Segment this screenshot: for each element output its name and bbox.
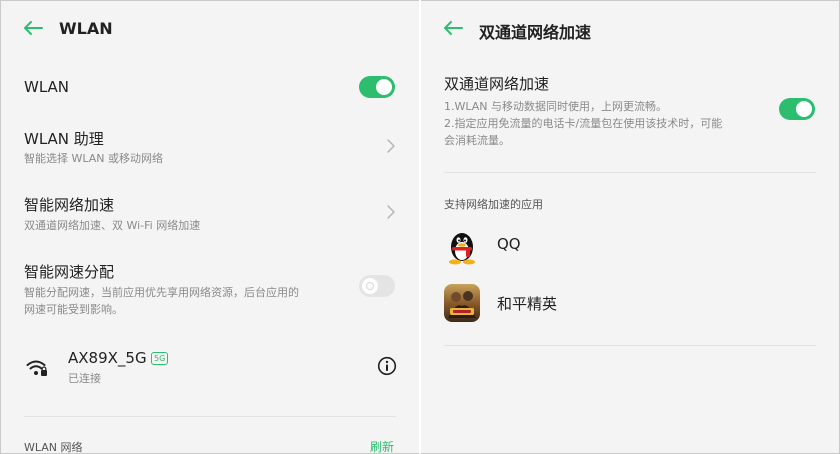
section-divider bbox=[24, 416, 396, 417]
connected-ssid: AX89X_5G bbox=[68, 349, 147, 367]
speed-allocation-toggle[interactable] bbox=[359, 275, 395, 297]
game-app-icon bbox=[444, 284, 480, 322]
dual-channel-row: 双通道网络加速 1.WLAN 与移动数据同时使用，上网更流畅。 2.指定应用免流… bbox=[421, 67, 839, 157]
smart-accel-subtitle: 双通道网络加速、双 Wi-Fi 网络加速 bbox=[24, 219, 201, 232]
wlan-toggle-row[interactable]: WLAN bbox=[1, 67, 419, 107]
app-name: 和平精英 bbox=[497, 295, 558, 313]
dual-channel-desc-3: 会消耗流量。 bbox=[444, 134, 510, 147]
app-item-peace-elite[interactable]: 和平精英 bbox=[421, 281, 839, 325]
wlan-label: WLAN bbox=[24, 78, 70, 96]
connected-network-row[interactable]: AX89X_5G 5G 已连接 bbox=[1, 343, 419, 395]
back-arrow-icon[interactable] bbox=[22, 20, 44, 36]
info-icon[interactable] bbox=[377, 356, 397, 376]
wlan-settings-panel: WLAN WLAN WLAN 助理 智能选择 WLAN 或移动网络 智能网络加速… bbox=[1, 1, 419, 453]
wlan-assistant-title: WLAN 助理 bbox=[24, 130, 104, 148]
chevron-right-icon bbox=[387, 139, 395, 153]
dual-channel-panel: 双通道网络加速 双通道网络加速 1.WLAN 与移动数据同时使用，上网更流畅。 … bbox=[421, 1, 839, 453]
speed-allocation-row: 智能网速分配 智能分配网速，当前应用优先享用网络资源，后台应用的 网速可能受到影… bbox=[1, 253, 419, 323]
dual-channel-toggle[interactable] bbox=[779, 98, 815, 120]
speed-allocation-subtitle-1: 智能分配网速，当前应用优先享用网络资源，后台应用的 bbox=[24, 286, 299, 299]
dual-channel-desc-1: 1.WLAN 与移动数据同时使用，上网更流畅。 bbox=[444, 100, 668, 113]
dual-channel-title: 双通道网络加速 bbox=[444, 75, 550, 93]
supported-apps-label: 支持网络加速的应用 bbox=[444, 198, 543, 211]
qq-penguin-icon bbox=[449, 233, 475, 265]
chevron-right-icon bbox=[387, 205, 395, 219]
wifi-lock-icon bbox=[26, 360, 47, 376]
page-title: 双通道网络加速 bbox=[479, 23, 592, 42]
section-divider bbox=[444, 345, 816, 346]
connected-status: 已连接 bbox=[68, 372, 101, 385]
band-badge: 5G bbox=[151, 352, 169, 365]
dual-channel-desc-2: 2.指定应用免流量的电话卡/流量包在使用该技术时，可能 bbox=[444, 117, 723, 130]
back-arrow-icon[interactable] bbox=[442, 20, 464, 36]
refresh-button[interactable]: 刷新 bbox=[370, 438, 394, 453]
wlan-assistant-subtitle: 智能选择 WLAN 或移动网络 bbox=[24, 152, 164, 165]
wlan-assistant-row[interactable]: WLAN 助理 智能选择 WLAN 或移动网络 bbox=[1, 119, 419, 171]
app-name: QQ bbox=[497, 235, 521, 253]
section-divider bbox=[444, 172, 816, 173]
page-title: WLAN bbox=[59, 19, 113, 38]
app-item-qq[interactable]: QQ bbox=[421, 223, 839, 267]
wlan-networks-label: WLAN 网络 bbox=[24, 441, 83, 453]
smart-accel-title: 智能网络加速 bbox=[24, 196, 115, 214]
speed-allocation-subtitle-2: 网速可能受到影响。 bbox=[24, 303, 123, 316]
smart-network-accel-row[interactable]: 智能网络加速 双通道网络加速、双 Wi-Fi 网络加速 bbox=[1, 185, 419, 237]
speed-allocation-title: 智能网速分配 bbox=[24, 263, 115, 281]
wlan-toggle[interactable] bbox=[359, 76, 395, 98]
